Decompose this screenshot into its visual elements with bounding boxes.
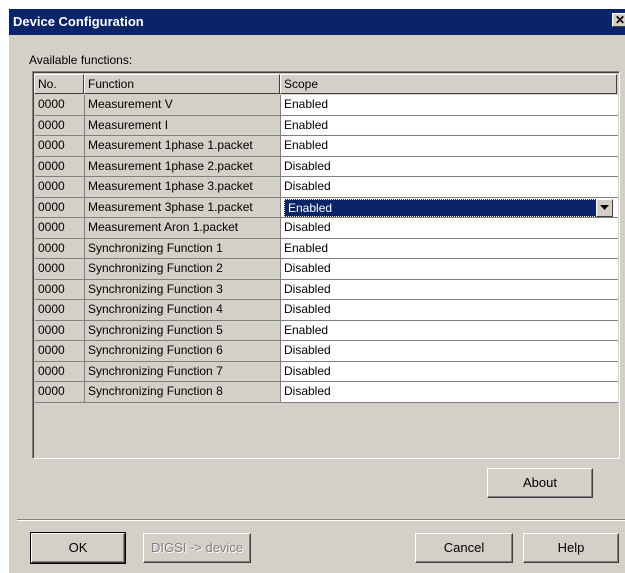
cell-function: Measurement 1phase 3.packet bbox=[85, 177, 281, 198]
table-row[interactable]: 0000 Measurement 1phase 3.packet Disabled bbox=[35, 177, 618, 198]
cell-function: Synchronizing Function 2 bbox=[85, 259, 281, 280]
cell-function: Synchronizing Function 7 bbox=[85, 361, 281, 382]
cell-function: Synchronizing Function 1 bbox=[85, 238, 281, 259]
scope-dropdown-value: Enabled bbox=[288, 200, 333, 215]
table-row[interactable]: 0000 Measurement 1phase 2.packet Disabled bbox=[35, 156, 618, 177]
listview-header: No. Function Scope bbox=[34, 74, 617, 94]
cell-scope[interactable]: Disabled bbox=[281, 218, 618, 239]
cell-function: Synchronizing Function 5 bbox=[85, 320, 281, 341]
cell-scope[interactable]: Disabled bbox=[281, 361, 618, 382]
table-row[interactable]: 0000 Synchronizing Function 1 Enabled bbox=[35, 238, 618, 259]
cell-no: 0000 bbox=[35, 238, 85, 259]
cell-scope[interactable]: Disabled bbox=[281, 300, 618, 321]
cell-scope[interactable]: Enabled bbox=[281, 95, 618, 116]
digsi-to-device-button[interactable]: DIGSI -> device bbox=[143, 533, 251, 563]
ok-button[interactable]: OK bbox=[30, 532, 126, 564]
cell-no: 0000 bbox=[35, 279, 85, 300]
column-header-no[interactable]: No. bbox=[34, 74, 84, 94]
cell-function: Synchronizing Function 3 bbox=[85, 279, 281, 300]
chevron-down-icon bbox=[600, 204, 609, 210]
table-row[interactable]: 0000 Measurement 1phase 1.packet Enabled bbox=[35, 136, 618, 157]
cell-no: 0000 bbox=[35, 300, 85, 321]
cell-scope[interactable]: Disabled bbox=[281, 259, 618, 280]
table-row[interactable]: 0000 Synchronizing Function 2 Disabled bbox=[35, 259, 618, 280]
listview-rows: 0000 Measurement V Enabled 0000 Measurement … bbox=[35, 95, 618, 403]
table-row[interactable]: 0000 Measurement 3phase 1.packet Enabled bbox=[35, 197, 618, 218]
functions-listview[interactable]: No. Function Scope 0000 Measurement V Enab… bbox=[32, 71, 620, 459]
table-row[interactable]: 0000 Synchronizing Function 6 Disabled bbox=[35, 341, 618, 362]
cell-function: Measurement 1phase 2.packet bbox=[85, 156, 281, 177]
cell-no: 0000 bbox=[35, 382, 85, 403]
table-row[interactable]: 0000 Synchronizing Function 8 Disabled bbox=[35, 382, 618, 403]
cell-function: Synchronizing Function 8 bbox=[85, 382, 281, 403]
cell-scope[interactable]: Disabled bbox=[281, 156, 618, 177]
column-header-function[interactable]: Function bbox=[84, 74, 280, 94]
cell-function: Measurement I bbox=[85, 115, 281, 136]
table-row[interactable]: 0000 Measurement Aron 1.packet Disabled bbox=[35, 218, 618, 239]
cell-scope[interactable]: Enabled bbox=[281, 136, 618, 157]
table-row[interactable]: 0000 Measurement I Enabled bbox=[35, 115, 618, 136]
cell-scope[interactable]: Enabled bbox=[281, 238, 618, 259]
cell-no: 0000 bbox=[35, 341, 85, 362]
cell-no: 0000 bbox=[35, 259, 85, 280]
cell-no: 0000 bbox=[35, 218, 85, 239]
close-button[interactable]: ✕ bbox=[612, 13, 625, 27]
cell-no: 0000 bbox=[35, 320, 85, 341]
title-bar[interactable]: Device Configuration ✕ bbox=[9, 9, 625, 35]
cell-scope[interactable]: Disabled bbox=[281, 382, 618, 403]
table-row[interactable]: 0000 Synchronizing Function 5 Enabled bbox=[35, 320, 618, 341]
cell-scope[interactable]: Disabled bbox=[281, 341, 618, 362]
cancel-button[interactable]: Cancel bbox=[415, 533, 513, 563]
table-row[interactable]: 0000 Synchronizing Function 7 Disabled bbox=[35, 361, 618, 382]
help-button[interactable]: Help bbox=[523, 533, 619, 563]
table-row[interactable]: 0000 Synchronizing Function 4 Disabled bbox=[35, 300, 618, 321]
table-row[interactable]: 0000 Measurement V Enabled bbox=[35, 95, 618, 116]
cell-scope[interactable]: Disabled bbox=[281, 177, 618, 198]
cell-function: Measurement 1phase 1.packet bbox=[85, 136, 281, 157]
footer-divider bbox=[17, 519, 625, 521]
cell-scope[interactable]: Enabled bbox=[281, 115, 618, 136]
cell-function: Measurement Aron 1.packet bbox=[85, 218, 281, 239]
column-header-scope[interactable]: Scope bbox=[280, 74, 617, 94]
dropdown-arrow-button[interactable] bbox=[596, 198, 613, 217]
about-button[interactable]: About bbox=[487, 468, 593, 498]
cell-no: 0000 bbox=[35, 156, 85, 177]
close-icon: ✕ bbox=[614, 13, 625, 27]
cell-scope[interactable]: Enabled bbox=[281, 320, 618, 341]
scope-dropdown[interactable]: Enabled bbox=[284, 198, 613, 217]
table-row[interactable]: 0000 Synchronizing Function 3 Disabled bbox=[35, 279, 618, 300]
cell-no: 0000 bbox=[35, 136, 85, 157]
cell-no: 0000 bbox=[35, 95, 85, 116]
cell-no: 0000 bbox=[35, 197, 85, 218]
cell-function: Synchronizing Function 4 bbox=[85, 300, 281, 321]
cell-scope[interactable]: Disabled bbox=[281, 279, 618, 300]
cell-no: 0000 bbox=[35, 361, 85, 382]
listview-frame: No. Function Scope 0000 Measurement V Enab… bbox=[33, 72, 619, 458]
cell-function: Measurement V bbox=[85, 95, 281, 116]
device-configuration-dialog: Device Configuration ✕ Available functio… bbox=[8, 8, 625, 573]
available-functions-label: Available functions: bbox=[29, 53, 133, 67]
cell-function: Measurement 3phase 1.packet bbox=[85, 197, 281, 218]
cell-function: Synchronizing Function 6 bbox=[85, 341, 281, 362]
cell-no: 0000 bbox=[35, 177, 85, 198]
window-title: Device Configuration bbox=[13, 14, 144, 29]
cell-scope: Enabled bbox=[281, 197, 618, 218]
cell-no: 0000 bbox=[35, 115, 85, 136]
